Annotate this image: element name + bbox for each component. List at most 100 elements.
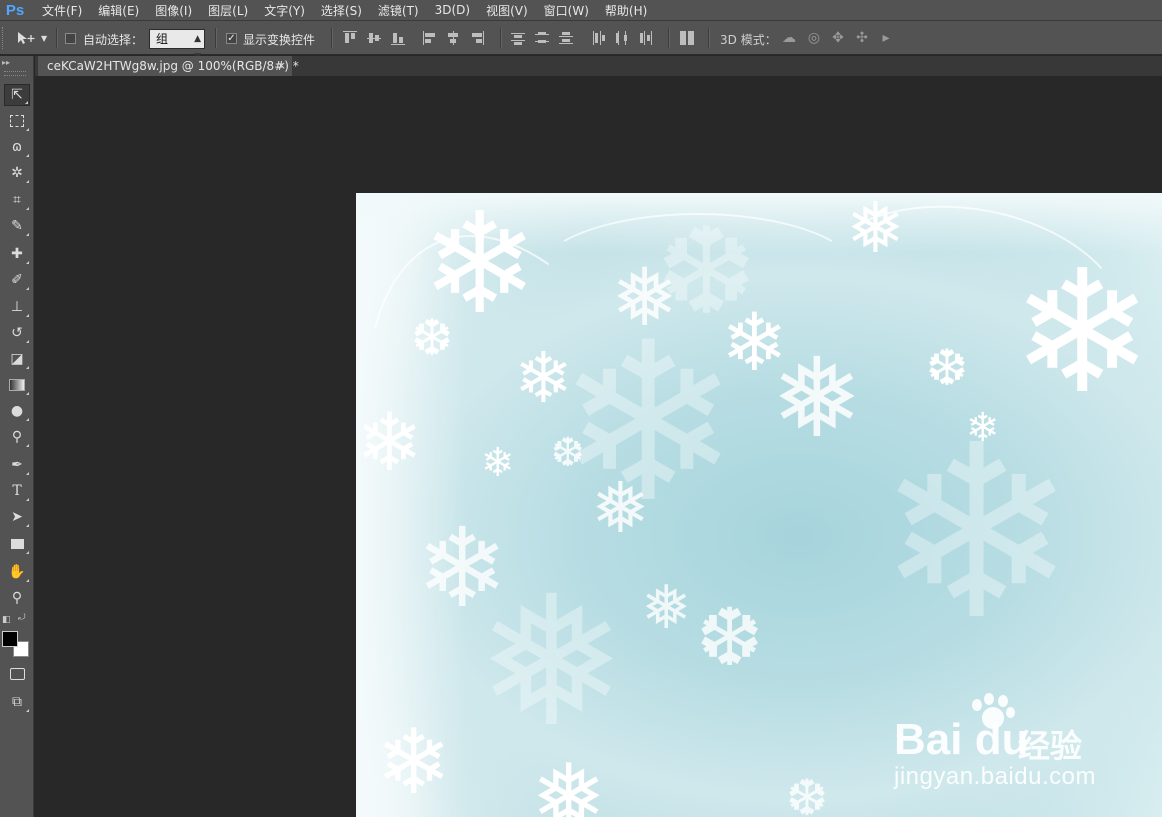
- divider: [56, 28, 58, 48]
- baidu-paw-icon: [968, 693, 1018, 737]
- zoom-tool[interactable]: ⚲: [4, 587, 30, 609]
- snowflake-graphic: ❅: [641, 573, 692, 643]
- hand-tool-icon: ✋: [8, 564, 26, 580]
- rectangle-tool-icon: [10, 539, 24, 549]
- options-bar: ▼ 自动选择： 组 ▲▼ ✓ 显示变换控件 3D 模式： ☁ ◎ ✥ ✣ ▸: [0, 20, 1162, 62]
- screen-mode-button[interactable]: ⧉: [4, 691, 30, 713]
- blur-tool[interactable]: ●: [4, 400, 30, 422]
- panel-grip[interactable]: [4, 71, 26, 76]
- blur-tool-icon: ●: [10, 403, 24, 419]
- align-right-edges-icon[interactable]: [470, 30, 484, 46]
- distribute-vertical-centers-icon[interactable]: [535, 30, 549, 46]
- close-icon[interactable]: ×: [277, 56, 286, 76]
- auto-align-layers-icon[interactable]: [680, 30, 694, 46]
- magic-wand-tool[interactable]: ✲: [4, 162, 30, 184]
- pen-tool[interactable]: ✒: [4, 454, 30, 476]
- snowflake-graphic: ❅: [591, 467, 650, 549]
- move-tool[interactable]: ⇱: [4, 84, 30, 106]
- default-colors-icon[interactable]: ◧: [2, 615, 11, 625]
- distribute-bottom-edges-icon[interactable]: [559, 30, 573, 46]
- collapse-panel-icon[interactable]: ▸▸: [2, 58, 10, 67]
- dodge-tool-icon: ⚲: [11, 429, 23, 445]
- type-tool[interactable]: T: [4, 480, 30, 502]
- divider: [708, 28, 710, 48]
- quick-mask-button[interactable]: [4, 663, 30, 685]
- eraser-tool[interactable]: ◪: [4, 348, 30, 370]
- history-brush-icon: ↺: [11, 325, 23, 341]
- path-selection-tool[interactable]: ➤: [4, 506, 30, 528]
- menu-filter[interactable]: 滤镜(T): [378, 2, 419, 19]
- magic-wand-icon: ✲: [11, 165, 23, 181]
- dodge-tool[interactable]: ⚲: [4, 426, 30, 448]
- snowflake-graphic: ❅: [611, 251, 679, 344]
- align-horizontal-centers-icon[interactable]: [446, 30, 460, 46]
- drag-3d-icon[interactable]: ✥: [829, 29, 847, 47]
- healing-brush-icon: ✚: [11, 246, 23, 262]
- align-top-edges-icon[interactable]: [343, 30, 357, 46]
- document-image[interactable]: ❄ ❄ ❅ ❆ ❄ ❅ ❄ ❄ ❅ ❆ ❄ ❅ ❆ ❄ ❄ ❆ ❅ ❄ ❅ ❆ …: [356, 193, 1162, 817]
- distribute-left-edges-icon[interactable]: [591, 30, 605, 46]
- auto-select-target-dropdown[interactable]: 组 ▲▼: [149, 29, 205, 62]
- rotate-3d-icon[interactable]: ☁: [780, 29, 798, 47]
- gradient-tool[interactable]: [4, 374, 30, 396]
- snowflake-graphic: ❆: [551, 430, 585, 476]
- eyedropper-tool[interactable]: ✎: [4, 215, 30, 237]
- baidu-watermark-url: jingyan.baidu.com: [894, 763, 1096, 790]
- distribute-top-edges-icon[interactable]: [511, 30, 525, 46]
- crop-tool-icon: ⌗: [13, 192, 21, 208]
- divider: [331, 28, 333, 48]
- auto-select-checkbox[interactable]: [65, 33, 76, 44]
- menu-image[interactable]: 图像(I): [155, 2, 192, 19]
- menu-file[interactable]: 文件(F): [42, 2, 82, 19]
- healing-brush-tool[interactable]: ✚: [4, 243, 30, 265]
- roll-3d-icon[interactable]: ◎: [805, 29, 823, 47]
- options-bar-grip[interactable]: [2, 27, 7, 49]
- scale-3d-icon[interactable]: ▸: [877, 29, 895, 47]
- align-bottom-edges-icon[interactable]: [391, 30, 405, 46]
- screen-mode-icon: ⧉: [12, 694, 22, 710]
- menu-type[interactable]: 文字(Y): [264, 2, 305, 19]
- hand-tool[interactable]: ✋: [4, 561, 30, 583]
- snowflake-graphic: ❄: [514, 337, 573, 419]
- document-tab-bar: ceKCaW2HTWg8w.jpg @ 100%(RGB/8#) * ×: [35, 56, 1162, 76]
- swap-colors-icon[interactable]: ⤾: [18, 613, 26, 623]
- menu-view[interactable]: 视图(V): [486, 2, 528, 19]
- move-tool-icon: [18, 32, 35, 44]
- gradient-tool-icon: [9, 379, 25, 391]
- rectangle-tool[interactable]: [4, 533, 30, 555]
- auto-select-label: 自动选择：: [83, 33, 144, 47]
- document-tab[interactable]: ceKCaW2HTWg8w.jpg @ 100%(RGB/8#) * ×: [38, 56, 299, 76]
- distribute-right-edges-icon[interactable]: [639, 30, 653, 46]
- align-vertical-centers-icon[interactable]: [367, 30, 381, 46]
- snowflake-graphic: ❄: [966, 405, 1000, 451]
- show-transform-checkbox[interactable]: ✓: [226, 33, 237, 44]
- history-brush-tool[interactable]: ↺: [4, 322, 30, 344]
- snowflake-graphic: ❅: [771, 334, 864, 462]
- foreground-color-swatch[interactable]: [2, 631, 18, 647]
- snowflake-graphic: ❆: [786, 769, 828, 817]
- lasso-tool[interactable]: ɷ: [4, 136, 30, 158]
- align-left-edges-icon[interactable]: [422, 30, 436, 46]
- brush-tool[interactable]: ✐: [4, 269, 30, 291]
- path-selection-icon: ➤: [11, 509, 23, 525]
- lasso-tool-icon: ɷ: [11, 139, 23, 155]
- marquee-tool[interactable]: [4, 110, 30, 132]
- type-tool-icon: T: [12, 483, 22, 499]
- snowflake-graphic: ❅: [846, 193, 905, 269]
- menu-edit[interactable]: 编辑(E): [98, 2, 139, 19]
- photoshop-logo: Ps: [5, 1, 25, 19]
- menu-bar: Ps 文件(F) 编辑(E) 图像(I) 图层(L) 文字(Y) 选择(S) 滤…: [0, 0, 1162, 20]
- menu-window[interactable]: 窗口(W): [544, 2, 589, 19]
- light-streak: [536, 213, 860, 337]
- crop-tool[interactable]: ⌗: [4, 189, 30, 211]
- distribute-horizontal-centers-icon[interactable]: [615, 30, 629, 46]
- clone-stamp-icon: ⊥: [10, 299, 24, 315]
- marquee-tool-icon: [10, 115, 24, 127]
- clone-stamp-tool[interactable]: ⊥: [4, 296, 30, 318]
- slide-3d-icon[interactable]: ✣: [853, 29, 871, 47]
- tool-preset-picker[interactable]: ▼: [16, 29, 50, 47]
- menu-select[interactable]: 选择(S): [321, 2, 362, 19]
- menu-3d[interactable]: 3D(D): [435, 3, 470, 17]
- menu-layer[interactable]: 图层(L): [208, 2, 248, 19]
- menu-help[interactable]: 帮助(H): [605, 2, 647, 19]
